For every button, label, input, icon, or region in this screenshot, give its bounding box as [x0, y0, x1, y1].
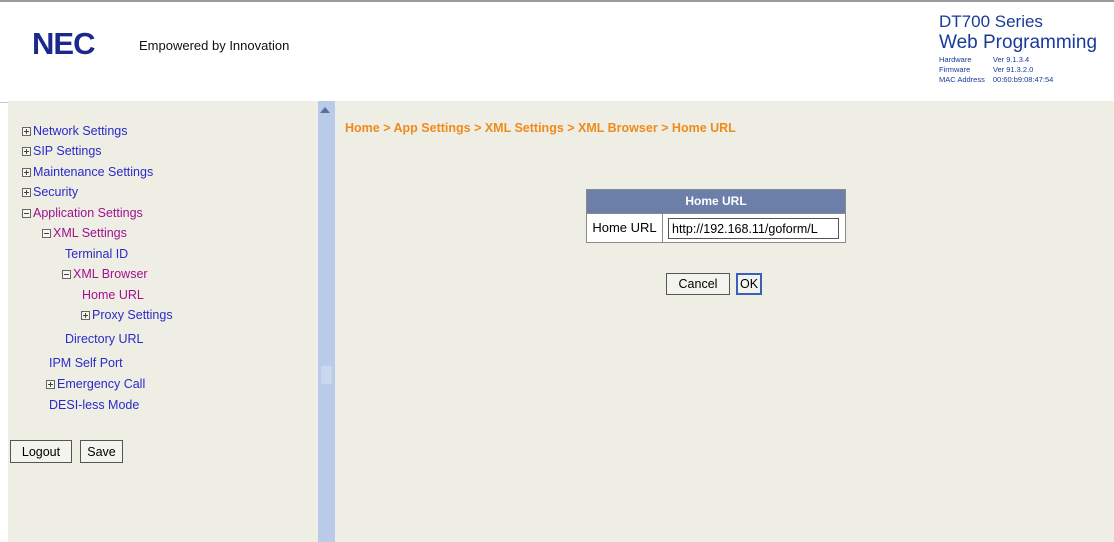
nec-logo: NEC — [32, 26, 95, 61]
mac-label: MAC Address — [939, 75, 985, 84]
expand-icon[interactable] — [22, 188, 31, 197]
cancel-button[interactable]: Cancel — [666, 273, 730, 295]
header: NEC Empowered by Innovation DT700 Series… — [0, 0, 1114, 103]
ok-button[interactable]: OK — [736, 273, 762, 295]
tree-item-sip-settings[interactable]: SIP Settings — [22, 143, 102, 159]
tree-item-proxy-settings[interactable]: Proxy Settings — [81, 307, 173, 323]
collapse-icon[interactable] — [42, 229, 51, 238]
tree-item-application-settings[interactable]: Application Settings — [22, 205, 143, 221]
save-button[interactable]: Save — [80, 440, 123, 463]
sidebar: Network Settings SIP Settings Maintenanc… — [8, 101, 318, 542]
tree-item-directory-url[interactable]: Directory URL — [65, 331, 144, 347]
expand-icon[interactable] — [22, 147, 31, 156]
product-info: DT700 Series Web Programming Hardware Ve… — [939, 12, 1114, 85]
home-url-label: Home URL — [587, 214, 663, 242]
tree-item-terminal-id[interactable]: Terminal ID — [65, 246, 128, 262]
form-title: Home URL — [587, 190, 845, 213]
expand-icon[interactable] — [22, 168, 31, 177]
home-url-form: Home URL Home URL — [586, 189, 846, 243]
tree-item-xml-browser[interactable]: XML Browser — [62, 266, 148, 282]
tree-item-desi-less-mode[interactable]: DESI-less Mode — [49, 397, 139, 413]
scrollbar-thumb[interactable] — [321, 366, 332, 384]
version-table: Hardware Ver 9.1.3.4 Firmware Ver 91.3.2… — [939, 55, 1061, 85]
tree-item-network-settings[interactable]: Network Settings — [22, 123, 127, 139]
form-row: Home URL — [587, 213, 845, 242]
main-panel: Home > App Settings > XML Settings > XML… — [335, 101, 1114, 542]
breadcrumb: Home > App Settings > XML Settings > XML… — [345, 121, 736, 135]
tree-item-home-url[interactable]: Home URL — [82, 287, 144, 303]
product-series: DT700 Series — [939, 12, 1043, 31]
mac-value: 00:60:b9:08:47:54 — [992, 75, 1054, 84]
tree-item-ipm-self-port[interactable]: IPM Self Port — [49, 355, 123, 371]
tree-item-emergency-call[interactable]: Emergency Call — [46, 376, 145, 392]
collapse-icon[interactable] — [22, 209, 31, 218]
scroll-up-arrow-icon[interactable] — [320, 107, 330, 113]
expand-icon[interactable] — [22, 127, 31, 136]
firmware-value: Ver 91.3.2.0 — [992, 65, 1034, 74]
product-name: Web Programming — [939, 32, 1098, 53]
expand-icon[interactable] — [46, 380, 55, 389]
logout-button[interactable]: Logout — [10, 440, 72, 463]
hardware-label: Hardware — [939, 55, 972, 64]
home-url-input[interactable] — [668, 218, 839, 239]
expand-icon[interactable] — [81, 311, 90, 320]
hardware-value: Ver 9.1.3.4 — [992, 55, 1030, 64]
firmware-label: Firmware — [939, 65, 971, 74]
tagline: Empowered by Innovation — [139, 38, 290, 53]
tree-item-security[interactable]: Security — [22, 184, 78, 200]
tree-item-maintenance-settings[interactable]: Maintenance Settings — [22, 164, 153, 180]
sidebar-scrollbar[interactable] — [318, 101, 335, 542]
collapse-icon[interactable] — [62, 270, 71, 279]
tree-item-xml-settings[interactable]: XML Settings — [42, 225, 127, 241]
